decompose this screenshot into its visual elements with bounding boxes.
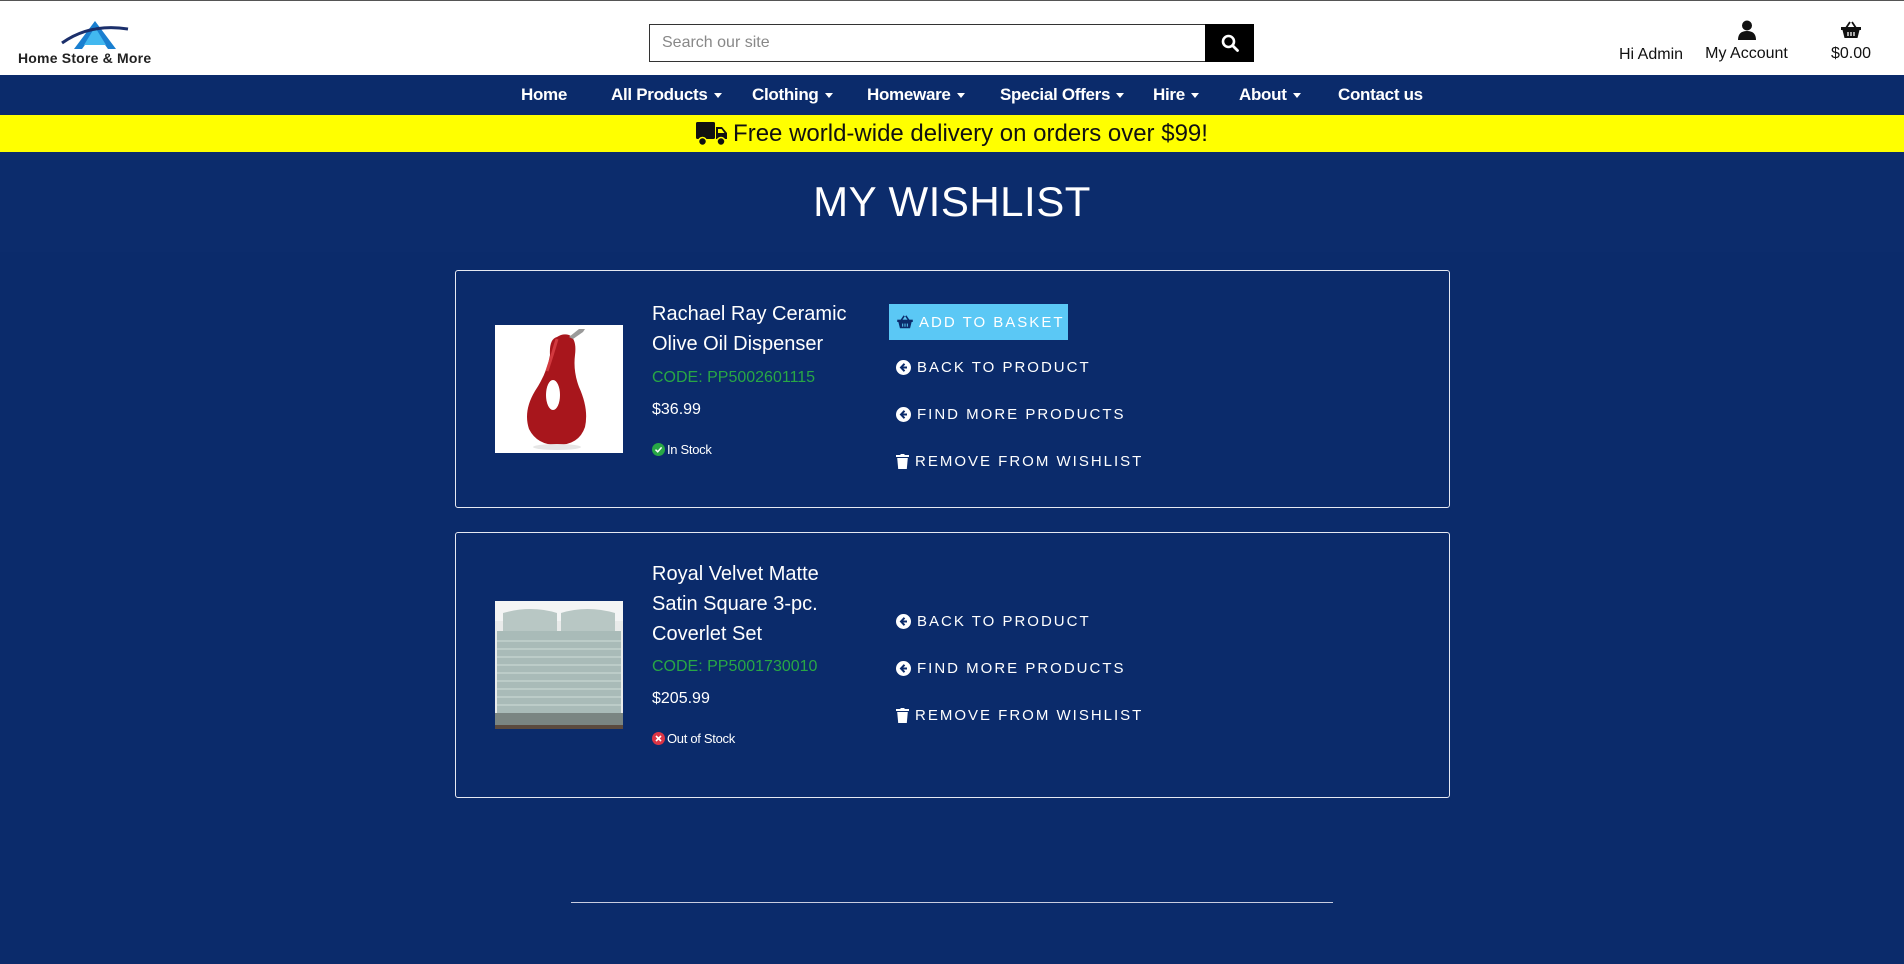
main-nav: Home All Products Clothing Homeware Spec… — [0, 75, 1904, 115]
coverlet-image — [495, 601, 623, 729]
stock-status: Out of Stock — [652, 731, 735, 746]
stock-label: Out of Stock — [667, 731, 735, 746]
basket-icon — [1841, 21, 1861, 38]
add-to-basket-button[interactable]: ADD TO BASKET — [889, 304, 1068, 340]
product-image[interactable] — [495, 601, 623, 729]
basket-icon — [897, 315, 913, 329]
logo-mark-icon — [61, 21, 129, 49]
chevron-down-icon — [824, 93, 833, 99]
promo-banner: Free world-wide delivery on orders over … — [0, 115, 1904, 152]
arrow-circle-left-icon — [896, 661, 911, 676]
remove-from-wishlist-link[interactable]: REMOVE FROM WISHLIST — [896, 453, 1143, 470]
nav-all-products[interactable]: All Products — [611, 75, 722, 115]
check-circle-icon — [652, 443, 665, 456]
find-more-products-label: FIND MORE PRODUCTS — [917, 406, 1126, 423]
site-logo[interactable]: Home Store & More — [16, 15, 178, 67]
nav-special-offers[interactable]: Special Offers — [1000, 75, 1125, 115]
add-to-basket-label: ADD TO BASKET — [919, 313, 1065, 331]
nav-about[interactable]: About — [1239, 75, 1301, 115]
logo-text: Home Store & More — [18, 50, 152, 66]
back-to-product-link[interactable]: BACK TO PRODUCT — [896, 613, 1091, 630]
wishlist-item: Rachael Ray Ceramic Olive Oil Dispenser … — [455, 270, 1450, 508]
wishlist-item: Royal Velvet Matte Satin Square 3-pc. Co… — [455, 532, 1450, 798]
product-price: $36.99 — [652, 401, 701, 418]
back-to-product-label: BACK TO PRODUCT — [917, 359, 1091, 376]
my-account-label: My Account — [1705, 45, 1788, 62]
my-account-link[interactable]: My Account — [1704, 19, 1789, 63]
product-image[interactable] — [495, 325, 623, 453]
nav-hire[interactable]: Hire — [1153, 75, 1199, 115]
cart-link[interactable]: $0.00 — [1826, 19, 1876, 63]
search-bar — [649, 24, 1254, 62]
nav-contact-us[interactable]: Contact us — [1338, 75, 1423, 115]
arrow-circle-left-icon — [896, 614, 911, 629]
chevron-down-icon — [1292, 93, 1301, 99]
arrow-circle-left-icon — [896, 407, 911, 422]
trash-icon — [896, 454, 909, 469]
back-to-product-label: BACK TO PRODUCT — [917, 613, 1091, 630]
x-circle-icon — [652, 732, 665, 745]
nav-homeware[interactable]: Homeware — [867, 75, 965, 115]
oil-dispenser-image — [495, 325, 623, 453]
stock-label: In Stock — [667, 442, 712, 457]
remove-from-wishlist-label: REMOVE FROM WISHLIST — [915, 707, 1144, 724]
truck-icon — [696, 121, 728, 146]
cart-total: $0.00 — [1830, 45, 1872, 62]
trash-icon — [896, 708, 909, 723]
product-code: CODE: PP5002601115 — [652, 369, 816, 386]
product-name[interactable]: Royal Velvet Matte Satin Square 3-pc. Co… — [652, 559, 852, 649]
nav-clothing[interactable]: Clothing — [752, 75, 833, 115]
greeting-text: Hi Admin — [1619, 46, 1684, 63]
search-input[interactable] — [649, 24, 1205, 62]
promo-text: Free world-wide delivery on orders over … — [733, 119, 1208, 147]
nav-home[interactable]: Home — [521, 75, 567, 115]
user-icon — [1737, 20, 1756, 40]
footer-divider — [571, 902, 1333, 903]
stock-status: In Stock — [652, 442, 712, 457]
find-more-products-link[interactable]: FIND MORE PRODUCTS — [896, 660, 1126, 677]
chevron-down-icon — [956, 93, 965, 99]
remove-from-wishlist-link[interactable]: REMOVE FROM WISHLIST — [896, 707, 1143, 724]
page-title: MY WISHLIST — [813, 178, 1091, 225]
site-header: Home Store & More Hi Admin My Account — [0, 0, 1904, 75]
back-to-product-link[interactable]: BACK TO PRODUCT — [896, 359, 1091, 376]
chevron-down-icon — [1116, 93, 1125, 99]
search-icon — [1221, 34, 1239, 52]
search-button[interactable] — [1205, 24, 1254, 62]
chevron-down-icon — [1190, 93, 1199, 99]
remove-from-wishlist-label: REMOVE FROM WISHLIST — [915, 453, 1144, 470]
arrow-circle-left-icon — [896, 360, 911, 375]
chevron-down-icon — [713, 93, 722, 99]
find-more-products-label: FIND MORE PRODUCTS — [917, 660, 1126, 677]
product-price: $205.99 — [652, 690, 710, 707]
product-code: CODE: PP5001730010 — [652, 658, 818, 675]
find-more-products-link[interactable]: FIND MORE PRODUCTS — [896, 406, 1126, 423]
product-name[interactable]: Rachael Ray Ceramic Olive Oil Dispenser — [652, 299, 852, 359]
